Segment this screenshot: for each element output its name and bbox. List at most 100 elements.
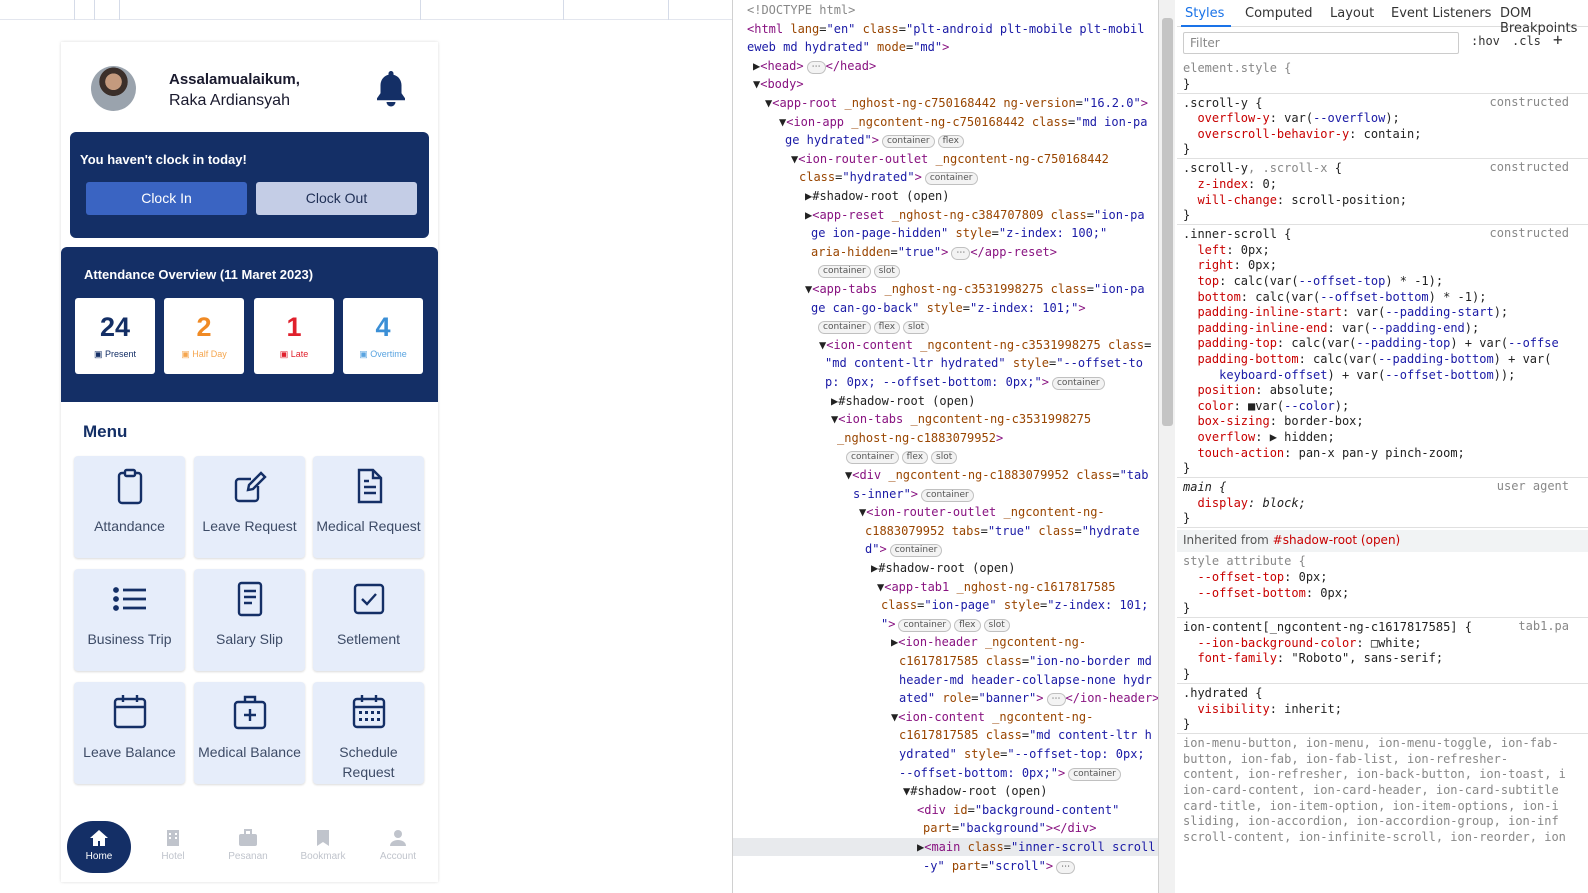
style-line[interactable]: .inner-scroll { xyxy=(1183,226,1291,242)
style-line[interactable]: touch-action: pan-x pan-y pinch-zoom; xyxy=(1183,445,1464,461)
layout-badge[interactable]: flex xyxy=(873,321,901,335)
menu-item-salary-slip[interactable]: Salary Slip xyxy=(194,569,305,671)
layout-badge[interactable]: container xyxy=(924,172,978,186)
style-line[interactable]: } xyxy=(1183,76,1190,92)
dom-node-line[interactable]: ▶<head> ⋯ </head> xyxy=(753,57,876,75)
dom-node-line[interactable]: ▼<ion-tabs _ngcontent-ng-c3531998275 xyxy=(831,410,1091,428)
layout-badge[interactable]: container xyxy=(818,321,871,335)
style-line[interactable]: box-sizing: border-box; xyxy=(1183,413,1363,429)
layout-badge[interactable]: container xyxy=(898,618,952,632)
dom-node-line[interactable]: c1883079952 tabs="true" class="hydrate xyxy=(865,522,1140,540)
dom-node-line[interactable]: <!DOCTYPE html> xyxy=(747,1,855,19)
clock-out-button[interactable]: Clock Out xyxy=(256,182,417,215)
elements-scrollbar[interactable] xyxy=(1159,0,1175,893)
dom-node-line[interactable]: ▶<ion-header _ngcontent-ng- xyxy=(891,633,1086,651)
dom-node-line[interactable]: ▼<app-tab1 _nghost-ng-c1617817585 xyxy=(877,578,1115,596)
style-line[interactable]: z-index: 0; xyxy=(1183,176,1277,192)
layout-badge[interactable]: ⋯ xyxy=(806,60,826,74)
stat-half-day[interactable]: 2 ▣ Half Day xyxy=(164,298,244,374)
dom-node-line[interactable]: ▶#shadow-root (open) xyxy=(805,187,950,205)
style-line[interactable]: --offset-bottom: 0px; xyxy=(1183,585,1349,601)
scrollbar-thumb[interactable] xyxy=(1162,18,1173,426)
style-line[interactable]: .scroll-y { xyxy=(1183,95,1262,111)
style-line[interactable]: color: ■var(--color); xyxy=(1183,398,1349,414)
style-line[interactable]: } xyxy=(1183,666,1190,682)
style-line[interactable]: padding-top: calc(var(--padding-top) + v… xyxy=(1183,335,1558,351)
dom-node-line[interactable]: container flex slot xyxy=(815,317,930,335)
dom-node-line[interactable]: <div id="background-content" xyxy=(917,801,1119,819)
rule-source[interactable]: constructed xyxy=(1490,226,1569,240)
dom-node-line[interactable]: container flex slot xyxy=(843,447,958,465)
layout-badge[interactable]: ⋯ xyxy=(1046,693,1066,707)
style-line[interactable]: keyboard-offset) + var(--offset-bottom))… xyxy=(1183,367,1515,383)
style-line[interactable]: } xyxy=(1183,141,1190,157)
style-line[interactable]: .scroll-y, .scroll-x { xyxy=(1183,160,1342,176)
layout-badge[interactable]: ⋯ xyxy=(951,246,971,260)
dom-node-line[interactable]: c1617817585 class="ion-no-border md xyxy=(899,652,1152,670)
dom-node-line[interactable]: ge can-go-back" style="z-index: 101;"> xyxy=(811,299,1086,317)
style-line[interactable]: font-family: "Roboto", sans-serif; xyxy=(1183,650,1443,666)
dom-node-line[interactable]: ge ion-page-hidden" style="z-index: 100;… xyxy=(811,224,1107,242)
dom-node-line[interactable]: --offset-bottom: 0px;"> container xyxy=(899,764,1121,782)
layout-badge[interactable]: container xyxy=(818,265,871,279)
layout-badge[interactable]: slot xyxy=(983,618,1010,632)
dom-node-line[interactable]: ▼<ion-app _ngcontent-ng-c750168442 class… xyxy=(779,113,1148,131)
elements-tree[interactable]: <!DOCTYPE html> <html lang="en" class="pl… xyxy=(733,0,1159,893)
dom-node-line[interactable]: eweb md hydrated" mode="md"> xyxy=(747,38,949,56)
style-line[interactable]: right: 0px; xyxy=(1183,257,1277,273)
style-line[interactable]: padding-bottom: calc(var(--padding-botto… xyxy=(1183,351,1551,367)
tab-event-listeners[interactable]: Event Listeners xyxy=(1391,6,1491,21)
tab-account[interactable]: Account xyxy=(366,821,430,873)
stat-present[interactable]: 24 ▣ Present xyxy=(75,298,155,374)
layout-badge[interactable]: slot xyxy=(873,265,900,279)
filter-input[interactable]: Filter xyxy=(1183,32,1459,54)
style-line[interactable]: scroll-content, ion-infinite-scroll, ion… xyxy=(1183,829,1566,845)
menu-item-leave-balance[interactable]: Leave Balance xyxy=(74,682,185,784)
rule-source[interactable]: constructed xyxy=(1490,160,1569,174)
dom-node-line[interactable]: class="hydrated"> container xyxy=(799,168,978,186)
tab-home[interactable]: Home xyxy=(67,821,131,873)
style-line[interactable]: left: 0px; xyxy=(1183,242,1269,258)
style-line[interactable]: } xyxy=(1183,510,1190,526)
dom-node-line[interactable]: container slot xyxy=(815,261,900,279)
tab-styles[interactable]: Styles xyxy=(1185,6,1224,21)
style-line[interactable]: padding-inline-start: var(--padding-star… xyxy=(1183,304,1508,320)
style-line[interactable]: } xyxy=(1183,716,1190,732)
dom-node-line[interactable]: aria-hidden="true"> ⋯ </app-reset> xyxy=(811,243,1057,261)
dom-node-line[interactable]: d"> container xyxy=(865,540,943,558)
cls-toggle[interactable]: .cls xyxy=(1512,34,1541,48)
dom-node-line[interactable]: ▼<app-root _nghost-ng-c750168442 ng-vers… xyxy=(765,94,1148,112)
style-line[interactable]: top: calc(var(--offset-top) * -1); xyxy=(1183,273,1443,289)
layout-badge[interactable]: container xyxy=(921,488,974,502)
layout-badge[interactable]: slot xyxy=(931,451,958,465)
dom-node-line[interactable]: ▼<ion-router-outlet _ngcontent-ng-c75016… xyxy=(791,150,1109,168)
style-line[interactable]: style attribute { xyxy=(1183,553,1306,569)
menu-item-business-trip[interactable]: Business Trip xyxy=(74,569,185,671)
dom-node-line[interactable]: ated" role="banner"> ⋯ </ion-header> xyxy=(899,689,1158,707)
dom-node-line[interactable]: "md content-ltr hydrated" style="--offse… xyxy=(825,354,1143,372)
layout-badge[interactable]: container xyxy=(1068,767,1121,781)
rule-source[interactable]: tab1.pa xyxy=(1518,619,1569,633)
dom-node-line[interactable]: ▶#shadow-root (open) xyxy=(871,559,1016,577)
dom-node-line[interactable]: p: 0px; --offset-bottom: 0px;"> container xyxy=(825,373,1105,391)
layout-badge[interactable]: flex xyxy=(937,135,964,149)
menu-item-medical-request[interactable]: Medical Request xyxy=(313,456,424,558)
tab-hotel[interactable]: Hotel xyxy=(141,821,205,873)
style-line[interactable]: card-title, ion-item-option, ion-item-op… xyxy=(1183,798,1559,814)
tab-computed[interactable]: Computed xyxy=(1245,6,1313,21)
style-line[interactable]: ion-card-content, ion-card-header, ion-c… xyxy=(1183,782,1559,798)
style-line[interactable]: overflow-y: var(--overflow); xyxy=(1183,110,1399,126)
dom-node-line[interactable]: ▶#shadow-root (open) xyxy=(831,392,976,410)
dom-node-line[interactable]: _nghost-ng-c1883079952> xyxy=(837,429,1003,447)
bell-icon[interactable] xyxy=(373,68,409,108)
layout-badge[interactable]: container xyxy=(889,544,943,558)
dom-node-line[interactable]: part="background"></div> xyxy=(923,819,1096,837)
hov-toggle[interactable]: :hov xyxy=(1471,34,1500,48)
style-line[interactable]: .hydrated { xyxy=(1183,685,1262,701)
tab-pesanan[interactable]: Pesanan xyxy=(216,821,280,873)
dom-node-line[interactable]: "> container flex slot xyxy=(881,615,1010,633)
dom-node-line[interactable]: ▼<body> xyxy=(753,75,804,93)
style-line[interactable]: overscroll-behavior-y: contain; xyxy=(1183,126,1421,142)
menu-item-schedule-request[interactable]: Schedule Request xyxy=(313,682,424,784)
menu-item-settlement[interactable]: Setlement xyxy=(313,569,424,671)
